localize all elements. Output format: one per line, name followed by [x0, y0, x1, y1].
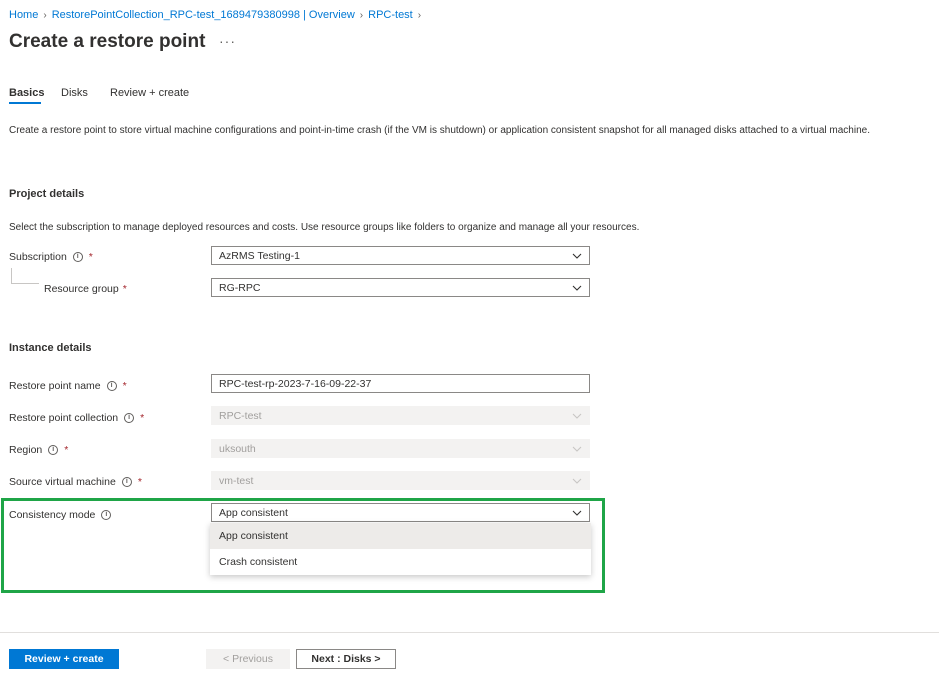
consistency-mode-label-text: Consistency mode	[9, 509, 96, 521]
tab-basics[interactable]: Basics	[9, 87, 44, 99]
subscription-label-text: Subscription	[9, 251, 67, 263]
source-vm-value: vm-test	[219, 474, 254, 487]
restore-point-name-value: RPC-test-rp-2023-7-16-09-22-37	[219, 377, 372, 390]
restore-point-name-label-text: Restore point name	[9, 380, 101, 392]
active-tab-indicator	[9, 102, 41, 104]
next-disks-button[interactable]: Next : Disks >	[296, 649, 396, 669]
more-options-icon[interactable]: ···	[219, 33, 236, 49]
info-icon[interactable]: i	[124, 413, 135, 423]
region-value: uksouth	[219, 442, 256, 455]
info-icon[interactable]: i	[48, 445, 59, 455]
required-marker: *	[122, 380, 127, 392]
region-label-text: Region	[9, 444, 43, 456]
required-marker: *	[64, 444, 69, 456]
page-description: Create a restore point to store virtual …	[9, 125, 870, 136]
chevron-right-icon: ›	[359, 10, 364, 21]
resource-group-value: RG-RPC	[219, 281, 261, 294]
subscription-value: AzRMS Testing-1	[219, 249, 300, 262]
info-icon[interactable]: i	[72, 252, 83, 262]
consistency-mode-value: App consistent	[219, 506, 288, 519]
chevron-down-icon	[572, 444, 582, 454]
review-create-button[interactable]: Review + create	[9, 649, 119, 669]
info-icon[interactable]: i	[106, 381, 117, 391]
consistency-mode-dropdown[interactable]: App consistent	[211, 503, 590, 522]
tree-connector-horizontal	[11, 283, 39, 284]
required-marker: *	[88, 251, 93, 263]
source-vm-dropdown: vm-test	[211, 471, 590, 490]
tree-connector-vertical	[11, 268, 12, 283]
chevron-down-icon	[572, 508, 582, 518]
footer-divider	[0, 632, 939, 633]
chevron-right-icon: ›	[417, 10, 422, 21]
project-details-description: Select the subscription to manage deploy…	[9, 222, 640, 233]
required-marker: *	[140, 412, 145, 424]
tab-review-create[interactable]: Review + create	[110, 87, 189, 99]
instance-details-heading: Instance details	[9, 342, 92, 354]
restore-point-collection-value: RPC-test	[219, 409, 262, 422]
consistency-mode-options: App consistent Crash consistent	[210, 523, 591, 575]
breadcrumb-rpc-test[interactable]: RPC-test	[368, 9, 413, 21]
chevron-down-icon	[572, 476, 582, 486]
chevron-down-icon	[572, 251, 582, 261]
source-vm-label: Source virtual machine i *	[9, 476, 142, 488]
resource-group-label: Resource group *	[44, 283, 127, 295]
page-title: Create a restore point	[9, 31, 206, 52]
info-icon[interactable]: i	[121, 477, 132, 487]
restore-point-collection-label-text: Restore point collection	[9, 412, 119, 424]
project-details-heading: Project details	[9, 188, 85, 200]
previous-button[interactable]: < Previous	[206, 649, 290, 669]
required-marker: *	[122, 283, 127, 295]
resource-group-label-text: Resource group	[44, 283, 119, 295]
tab-disks[interactable]: Disks	[61, 87, 88, 99]
region-label: Region i *	[9, 444, 68, 456]
option-app-consistent[interactable]: App consistent	[210, 523, 591, 549]
chevron-down-icon	[572, 283, 582, 293]
breadcrumb: Home › RestorePointCollection_RPC-test_168…	[9, 9, 426, 21]
subscription-label: Subscription i *	[9, 251, 93, 263]
restore-point-name-label: Restore point name i *	[9, 380, 127, 392]
subscription-dropdown[interactable]: AzRMS Testing-1	[211, 246, 590, 265]
source-vm-label-text: Source virtual machine	[9, 476, 116, 488]
resource-group-dropdown[interactable]: RG-RPC	[211, 278, 590, 297]
region-dropdown: uksouth	[211, 439, 590, 458]
restore-point-name-input[interactable]: RPC-test-rp-2023-7-16-09-22-37	[211, 374, 590, 393]
consistency-mode-label: Consistency mode i	[9, 509, 112, 521]
info-icon[interactable]: i	[101, 510, 112, 520]
restore-point-collection-dropdown: RPC-test	[211, 406, 590, 425]
restore-point-collection-label: Restore point collection i *	[9, 412, 144, 424]
required-marker: *	[137, 476, 142, 488]
chevron-down-icon	[572, 411, 582, 421]
chevron-right-icon: ›	[43, 10, 47, 21]
breadcrumb-collection-overview[interactable]: RestorePointCollection_RPC-test_16894793…	[52, 9, 355, 21]
option-crash-consistent[interactable]: Crash consistent	[210, 549, 591, 575]
breadcrumb-home[interactable]: Home	[9, 9, 38, 21]
